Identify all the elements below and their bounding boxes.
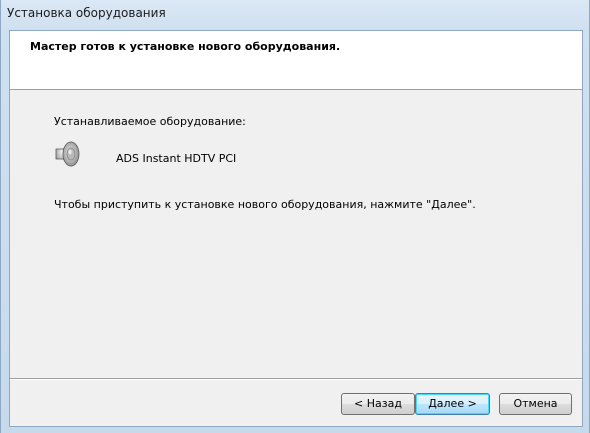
cancel-button[interactable]: Отмена [499, 393, 572, 415]
wizard-client-area: Мастер готов к установке нового оборудов… [9, 30, 583, 427]
title-bar[interactable]: Установка оборудования [1, 0, 589, 26]
wizard-window: Установка оборудования Мастер готов к ус… [0, 0, 590, 433]
footer-divider [10, 378, 582, 380]
instruction-text: Чтобы приступить к установке нового обор… [54, 198, 476, 211]
wizard-header-title: Мастер готов к установке нового оборудов… [30, 40, 341, 53]
speaker-icon [52, 138, 84, 170]
wizard-header: Мастер готов к установке нового оборудов… [10, 31, 582, 90]
window-title: Установка оборудования [7, 6, 166, 20]
device-section-label: Устанавливаемое оборудование: [54, 115, 246, 128]
device-name: ADS Instant HDTV PCI [116, 152, 237, 165]
next-button[interactable]: Далее > [415, 393, 490, 415]
back-button[interactable]: < Назад [341, 393, 415, 415]
